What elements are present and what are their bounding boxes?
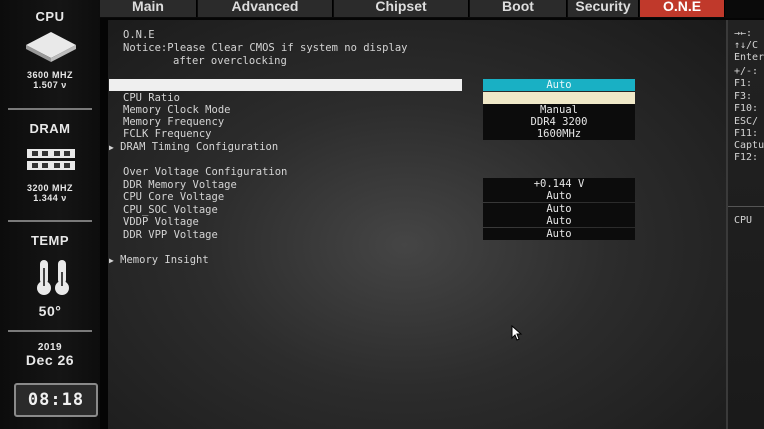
setting-value-cpu-soc-voltage[interactable]: Auto (483, 203, 635, 215)
date-display: Dec 26 (25, 352, 75, 368)
setting-value-ddr-memory-voltage[interactable]: +0.144 V (483, 178, 635, 190)
help-key: F11: (734, 128, 759, 139)
cpu-icon (26, 32, 76, 62)
help-key: ↑↓/C (734, 40, 759, 51)
dram-icon (27, 149, 75, 170)
cpu-label: CPU (35, 9, 65, 24)
tab-main[interactable]: Main (100, 0, 197, 17)
section-title: O.N.E (123, 29, 155, 41)
selected-row-highlight[interactable] (109, 79, 462, 91)
submenu-dram-timing[interactable]: ▶ DRAM Timing Configuration (109, 141, 278, 154)
submenu-label: Memory Insight (120, 254, 209, 266)
help-key: F1: (734, 78, 753, 89)
selected-row-value[interactable]: Auto (483, 79, 635, 91)
thermometer-icon (37, 260, 69, 295)
submenu-label: DRAM Timing Configuration (120, 141, 279, 153)
sidebar-divider (8, 220, 92, 222)
dram-speed: 3200 MHZ (26, 183, 74, 193)
setting-label-vddp-voltage[interactable]: VDDP Voltage (123, 216, 199, 228)
voltage-section-header: Over Voltage Configuration (123, 166, 288, 178)
setting-value-ddr-vpp-voltage[interactable]: Auto (483, 228, 635, 240)
setting-value-cpu-core-voltage[interactable]: Auto (483, 190, 635, 202)
help-panel: →←: ↑↓/C Enter +/-: F1: F3: F10: ESC/ F1… (726, 20, 764, 429)
setting-value-fclk-frequency[interactable]: 1600MHz (483, 128, 635, 140)
help-key: F10: (734, 103, 759, 114)
submenu-memory-insight[interactable]: ▶ Memory Insight (109, 254, 209, 267)
tab-security[interactable]: Security (568, 0, 639, 17)
help-key: Enter (734, 52, 764, 63)
help-key: ESC/ (734, 116, 759, 127)
help-key: +/-: (734, 66, 759, 77)
setting-label-cpu-core-voltage[interactable]: CPU Core Voltage (123, 191, 224, 203)
tab-advanced[interactable]: Advanced (198, 0, 333, 17)
help-key: Captu (734, 140, 764, 151)
submenu-arrow-icon: ▶ (109, 143, 114, 152)
help-divider (728, 206, 764, 207)
option-dropdown[interactable] (483, 92, 635, 104)
status-sidebar: CPU 3600 MHZ 1.507 ν DRAM 3200 MHZ 1.344… (0, 0, 100, 429)
setting-value-vddp-voltage[interactable]: Auto (483, 215, 635, 227)
tab-chipset[interactable]: Chipset (334, 0, 469, 17)
notice-line-1: Notice:Please Clear CMOS if system no di… (123, 42, 408, 54)
help-key: →←: (734, 28, 753, 39)
setting-label-memory-clock-mode[interactable]: Memory Clock Mode (123, 104, 230, 116)
tab-one[interactable]: O.N.E (640, 0, 725, 17)
clock-display: 08:18 (14, 383, 98, 417)
dram-label: DRAM (29, 121, 71, 136)
sidebar-divider (8, 108, 92, 110)
setting-value-memory-clock-mode[interactable]: Manual (483, 104, 635, 116)
notice-line-2: after overclocking (173, 55, 287, 67)
tab-boot[interactable]: Boot (470, 0, 567, 17)
dram-voltage: 1.344 ν (33, 193, 67, 203)
temp-label: TEMP (30, 233, 70, 248)
sidebar-divider (8, 330, 92, 332)
cpu-voltage: 1.507 ν (33, 80, 67, 90)
mouse-pointer-icon (511, 325, 523, 341)
setting-value-memory-frequency[interactable]: DDR4 3200 (483, 116, 635, 128)
menu-tabs: Main Advanced Chipset Boot Security O.N.… (100, 0, 764, 18)
submenu-arrow-icon: ▶ (109, 256, 114, 265)
help-key: F3: (734, 91, 753, 102)
setting-label-memory-frequency[interactable]: Memory Frequency (123, 116, 224, 128)
setting-label-fclk-frequency[interactable]: FCLK Frequency (123, 128, 212, 140)
temp-value: 50° (38, 303, 62, 319)
setting-label-ddr-memory-voltage[interactable]: DDR Memory Voltage (123, 179, 237, 191)
help-key: F12: (734, 152, 759, 163)
setting-label-ddr-vpp-voltage[interactable]: DDR VPP Voltage (123, 229, 218, 241)
setting-label-cpu-soc-voltage[interactable]: CPU_SOC Voltage (123, 204, 218, 216)
setting-label-cpu-ratio[interactable]: CPU Ratio (123, 92, 180, 104)
settings-panel: O.N.E Notice:Please Clear CMOS if system… (108, 20, 726, 429)
cpu-speed: 3600 MHZ (26, 70, 74, 80)
help-footer: CPU (734, 215, 753, 226)
